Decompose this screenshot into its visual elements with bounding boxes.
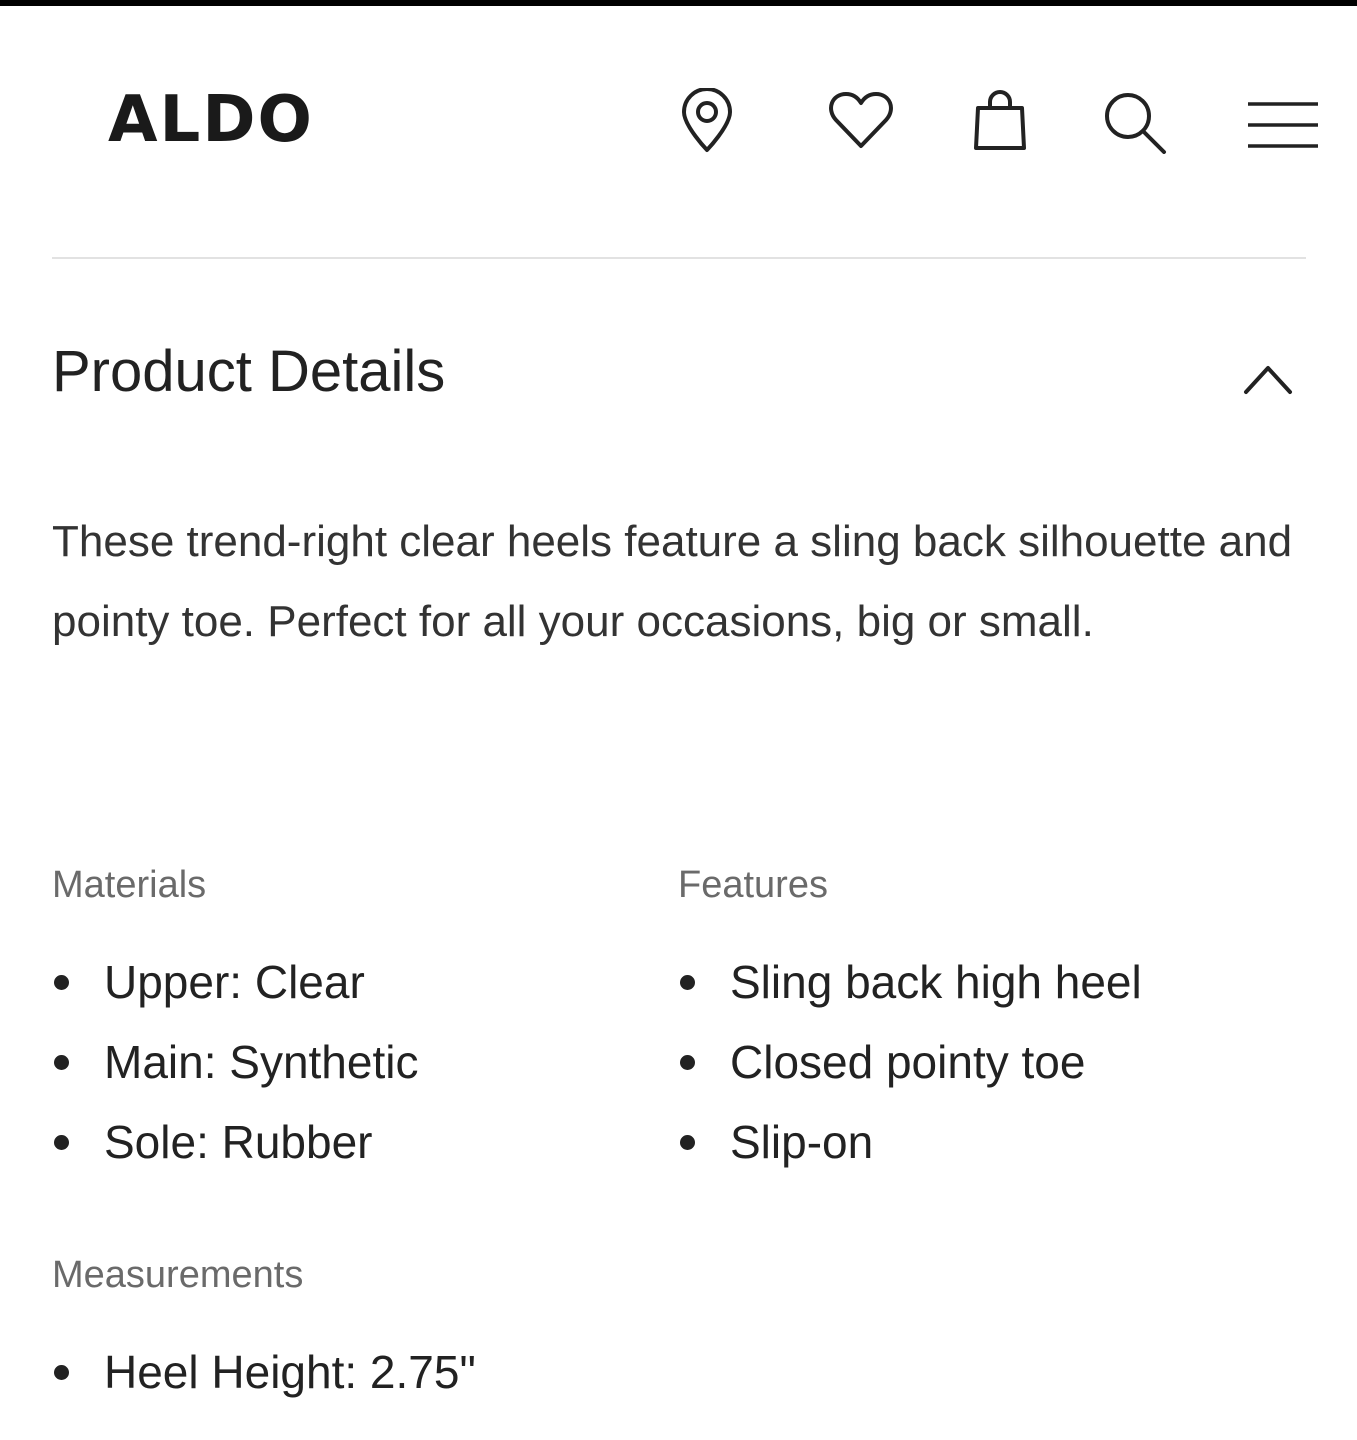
list-item: Slip-on [678, 1102, 1142, 1182]
measurements-list: Heel Height: 2.75" [52, 1332, 476, 1412]
product-description: These trend-right clear heels feature a … [52, 517, 1293, 646]
list-item: Sole: Rubber [52, 1102, 418, 1182]
menu-icon[interactable] [1246, 100, 1320, 150]
list-item: Closed pointy toe [678, 1022, 1142, 1102]
section-divider [52, 257, 1306, 259]
site-header: ALDO [0, 60, 1357, 190]
search-icon[interactable] [1102, 90, 1168, 154]
materials-heading: Materials [52, 864, 207, 906]
materials-list: Upper: Clear Main: Synthetic Sole: Rubbe… [52, 942, 418, 1182]
list-item: Upper: Clear [52, 942, 418, 1022]
top-bar [0, 0, 1357, 6]
shopping-bag-icon[interactable] [972, 88, 1028, 152]
chevron-up-icon[interactable] [1240, 358, 1296, 398]
features-list: Sling back high heel Closed pointy toe S… [678, 942, 1142, 1182]
product-details-title[interactable]: Product Details [52, 340, 445, 404]
list-item: Heel Height: 2.75" [52, 1332, 476, 1412]
measurements-heading: Measurements [52, 1254, 304, 1296]
heart-icon[interactable] [828, 90, 894, 150]
list-item: Sling back high heel [678, 942, 1142, 1022]
location-pin-icon[interactable] [678, 88, 736, 154]
list-item: Main: Synthetic [52, 1022, 418, 1102]
features-heading: Features [678, 864, 828, 906]
brand-logo[interactable]: ALDO [108, 88, 314, 152]
